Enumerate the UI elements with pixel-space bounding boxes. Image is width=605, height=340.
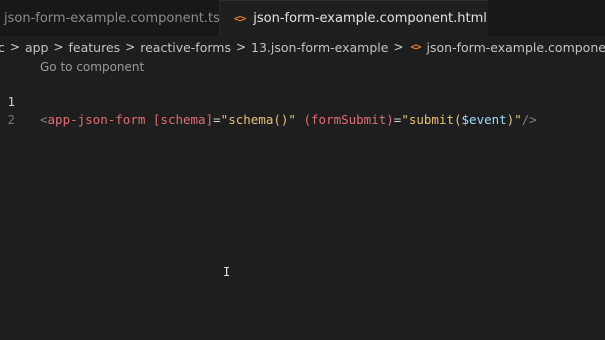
chevron-right-icon: > bbox=[235, 40, 247, 54]
chevron-right-icon: > bbox=[53, 40, 64, 54]
tag-name: app-json-form bbox=[47, 112, 146, 127]
tab-component-html[interactable]: <> json-form-example.component.html ✕ bbox=[220, 0, 488, 36]
breadcrumb-item-src[interactable]: c > bbox=[0, 40, 25, 55]
tab-bar-empty-space bbox=[488, 0, 605, 36]
html-file-icon: <> bbox=[234, 12, 246, 25]
attribute-schema: [schema] bbox=[152, 112, 214, 127]
event-variable: $event bbox=[461, 112, 507, 127]
chevron-right-icon: > bbox=[125, 40, 136, 54]
attribute-value-schema: schema() bbox=[228, 112, 289, 127]
html-file-icon: <> bbox=[410, 41, 422, 53]
chevron-right-icon: > bbox=[393, 40, 404, 54]
go-to-component-codelens[interactable]: Go to component bbox=[40, 60, 144, 74]
attribute-value-submit: submit( bbox=[408, 112, 462, 127]
tab-label: json-form-example.component.ts bbox=[4, 10, 220, 26]
breadcrumb-item-json-form-example[interactable]: 13.json-form-example > bbox=[251, 40, 408, 55]
vscode-window: json-form-example.component.ts <> json-f… bbox=[0, 0, 605, 340]
line-number: 2 bbox=[7, 112, 15, 127]
code-line[interactable]: 2 bbox=[0, 93, 605, 127]
line-content: <app-json-form [schema]="schema()" (form… bbox=[40, 112, 537, 127]
breadcrumb-item-reactive-forms[interactable]: reactive-forms > bbox=[140, 40, 251, 55]
tab-bar: json-form-example.component.ts <> json-f… bbox=[0, 0, 605, 36]
code-editor[interactable]: Go to component 1 <app-json-form [schema… bbox=[0, 58, 605, 340]
breadcrumb-item-features[interactable]: features > bbox=[69, 40, 141, 55]
mouse-ibeam-cursor: I bbox=[223, 265, 231, 279]
attribute-form-submit: (formSubmit) bbox=[303, 112, 394, 127]
chevron-right-icon: > bbox=[9, 40, 20, 54]
tab-label: json-form-example.component.html bbox=[253, 11, 487, 26]
tab-component-ts[interactable]: json-form-example.component.ts bbox=[0, 0, 220, 36]
code-line[interactable]: 1 <app-json-form [schema]="schema()" (fo… bbox=[0, 75, 605, 127]
breadcrumb-item-app[interactable]: app > bbox=[25, 40, 69, 55]
breadcrumb-item-file[interactable]: <> json-form-example.component.html > bbox=[409, 40, 605, 55]
breadcrumb: c > app > features > reactive-forms > 13… bbox=[0, 36, 605, 58]
